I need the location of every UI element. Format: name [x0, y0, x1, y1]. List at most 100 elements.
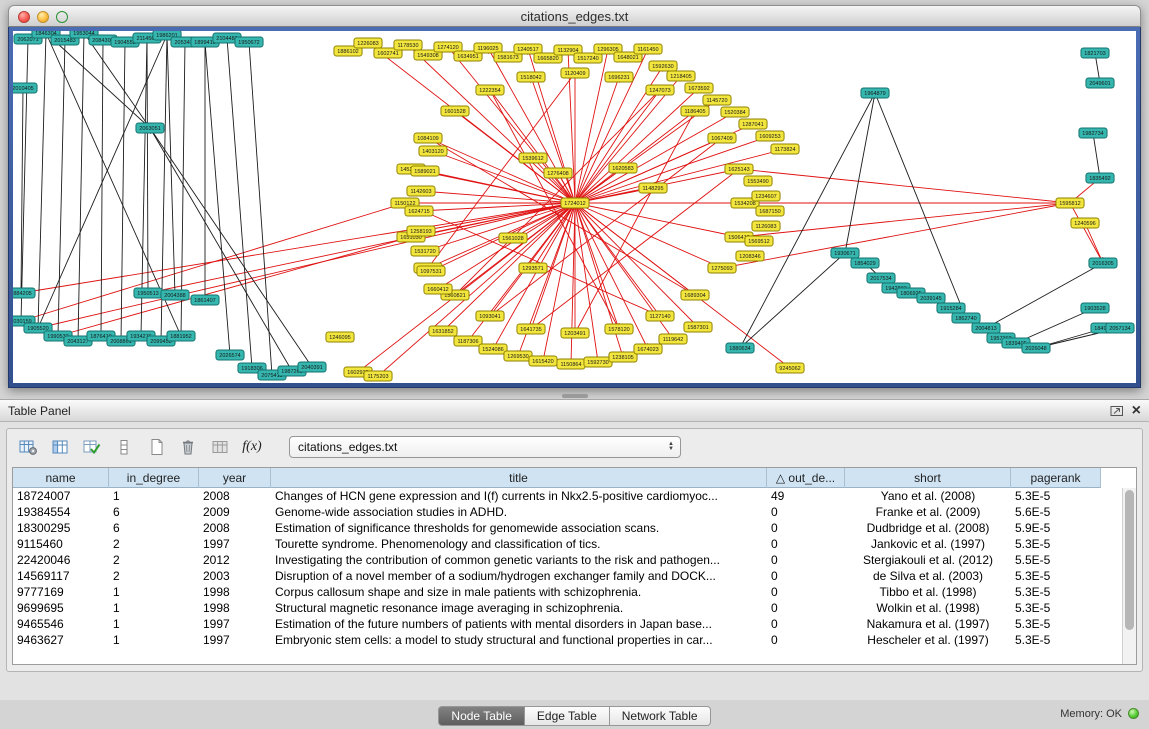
table-cell-out_degree[interactable]: 0: [767, 632, 845, 648]
graph-node[interactable]: 1696231: [605, 72, 633, 82]
graph-node[interactable]: 1673592: [685, 83, 713, 93]
new-document-icon[interactable]: [145, 436, 167, 458]
table-cell-in_degree[interactable]: 1: [109, 632, 199, 648]
splitter-grip[interactable]: [562, 394, 588, 398]
table-cell-out_degree[interactable]: 0: [767, 536, 845, 552]
table-cell-short[interactable]: Nakamura et al. (1997): [845, 616, 1011, 632]
graph-node[interactable]: 1187306: [454, 336, 482, 346]
graph-node[interactable]: 1724012: [561, 198, 589, 208]
table-row[interactable]: 1938455462009Genome-wide association stu…: [13, 504, 1122, 520]
graph-node[interactable]: 1592730: [584, 357, 612, 367]
graph-node[interactable]: 1161450: [634, 44, 662, 54]
column-header-title[interactable]: title: [271, 468, 767, 488]
column-header-year[interactable]: year: [199, 468, 271, 488]
graph-node[interactable]: 1218405: [667, 71, 695, 81]
graph-node[interactable]: 1964879: [861, 88, 889, 98]
graph-node[interactable]: 2017534: [867, 273, 895, 283]
table-cell-in_degree[interactable]: 2: [109, 536, 199, 552]
graph-node[interactable]: 1119642: [659, 334, 687, 344]
graph-node[interactable]: 1178530: [394, 40, 422, 50]
table-cell-short[interactable]: Hescheler et al. (1997): [845, 632, 1011, 648]
graph-node[interactable]: 2004813: [972, 323, 1000, 333]
graph-node[interactable]: 1222354: [476, 85, 504, 95]
graph-node[interactable]: 1689304: [681, 290, 709, 300]
graph-node[interactable]: 1595812: [1056, 198, 1084, 208]
graph-node[interactable]: 1641735: [517, 324, 545, 334]
row-editor-icon[interactable]: [113, 436, 135, 458]
table-cell-out_degree[interactable]: 0: [767, 568, 845, 584]
table-cell-name[interactable]: 9463627: [13, 632, 109, 648]
graph-node[interactable]: 1930671: [831, 248, 859, 258]
graph-node[interactable]: 1601528: [441, 106, 469, 116]
minimize-window-button[interactable]: [37, 11, 49, 23]
table-cell-year[interactable]: 1998: [199, 584, 271, 600]
table-cell-title[interactable]: Changes of HCN gene expression and I(f) …: [271, 488, 767, 504]
table-cell-in_degree[interactable]: 1: [109, 600, 199, 616]
graph-node[interactable]: 1589021: [411, 166, 439, 176]
delete-icon[interactable]: [177, 436, 199, 458]
graph-node[interactable]: 2049601: [1086, 78, 1114, 88]
table-cell-name[interactable]: 9115460: [13, 536, 109, 552]
table-cell-short[interactable]: Yano et al. (2008): [845, 488, 1011, 504]
table-cell-name[interactable]: 18724007: [13, 488, 109, 504]
graph-node[interactable]: 1539612: [519, 153, 547, 163]
graph-node[interactable]: 2026048: [1022, 343, 1050, 353]
table-cell-year[interactable]: 2003: [199, 568, 271, 584]
table-cell-pagerank[interactable]: 5.9E-5: [1011, 520, 1101, 536]
graph-node[interactable]: 1258193: [407, 226, 435, 236]
float-panel-icon[interactable]: [1110, 405, 1124, 417]
graph-node[interactable]: 1097531: [417, 266, 445, 276]
graph-node[interactable]: 1615420: [529, 356, 557, 366]
graph-node[interactable]: 1880634: [726, 343, 754, 353]
table-row[interactable]: 977716911998Corpus callosum shape and si…: [13, 584, 1122, 600]
table-row[interactable]: 911546021997Tourette syndrome. Phenomeno…: [13, 536, 1122, 552]
table-cell-year[interactable]: 1997: [199, 536, 271, 552]
graph-node[interactable]: 1276408: [544, 168, 572, 178]
table-row[interactable]: 946554611997Estimation of the future num…: [13, 616, 1122, 632]
table-cell-in_degree[interactable]: 1: [109, 488, 199, 504]
graph-node[interactable]: 1173824: [771, 144, 799, 154]
graph-node[interactable]: 1240596: [1071, 218, 1099, 228]
table-cell-out_degree[interactable]: 0: [767, 520, 845, 536]
table-cell-title[interactable]: Tourette syndrome. Phenomenology and cla…: [271, 536, 767, 552]
graph-node[interactable]: 2039145: [917, 293, 945, 303]
table-cell-name[interactable]: 19384554: [13, 504, 109, 520]
column-header-out_degree[interactable]: △ out_de...: [767, 468, 845, 488]
network-graph-canvas[interactable]: 2062071184630420154831953044208430119045…: [13, 31, 1136, 383]
function-builder-icon[interactable]: f(x): [241, 436, 263, 458]
graph-node[interactable]: 1903528: [1081, 303, 1109, 313]
graph-node[interactable]: 1269530: [504, 351, 532, 361]
table-cell-pagerank[interactable]: 5.3E-5: [1011, 632, 1101, 648]
window-titlebar[interactable]: citations_edges.txt: [8, 5, 1141, 27]
table-vertical-scrollbar[interactable]: [1122, 488, 1136, 664]
table-cell-out_degree[interactable]: 0: [767, 616, 845, 632]
graph-node[interactable]: 2026574: [216, 350, 244, 360]
table-cell-name[interactable]: 9465546: [13, 616, 109, 632]
table-cell-short[interactable]: Franke et al. (2009): [845, 504, 1011, 520]
graph-node[interactable]: 1592630: [649, 61, 677, 71]
graph-node[interactable]: 1247073: [646, 85, 674, 95]
graph-node[interactable]: 1861407: [191, 295, 219, 305]
table-cell-short[interactable]: Wolkin et al. (1998): [845, 600, 1011, 616]
table-cell-pagerank[interactable]: 5.3E-5: [1011, 536, 1101, 552]
column-chooser-icon[interactable]: [49, 436, 71, 458]
graph-node[interactable]: 1287041: [739, 119, 767, 129]
table-cell-out_degree[interactable]: 0: [767, 600, 845, 616]
graph-node[interactable]: 1226083: [354, 38, 382, 48]
table-cell-in_degree[interactable]: 1: [109, 616, 199, 632]
graph-node[interactable]: 1862740: [952, 313, 980, 323]
graph-node[interactable]: 1150864: [557, 359, 585, 369]
close-panel-icon[interactable]: ×: [1132, 404, 1141, 418]
table-cell-pagerank[interactable]: 5.3E-5: [1011, 488, 1101, 504]
graph-node[interactable]: 1881952: [167, 331, 195, 341]
graph-node[interactable]: 1531720: [411, 246, 439, 256]
table-cell-name[interactable]: 22420046: [13, 552, 109, 568]
table-cell-pagerank[interactable]: 5.5E-5: [1011, 552, 1101, 568]
table-cell-out_degree[interactable]: 49: [767, 488, 845, 504]
table-row[interactable]: 969969511998Structural magnetic resonanc…: [13, 600, 1122, 616]
graph-node[interactable]: 9245062: [776, 363, 804, 373]
table-cell-in_degree[interactable]: 1: [109, 584, 199, 600]
graph-node[interactable]: 1208346: [736, 251, 764, 261]
table-cell-title[interactable]: Genome-wide association studies in ADHD.: [271, 504, 767, 520]
table-row[interactable]: 1456911722003Disruption of a novel membe…: [13, 568, 1122, 584]
